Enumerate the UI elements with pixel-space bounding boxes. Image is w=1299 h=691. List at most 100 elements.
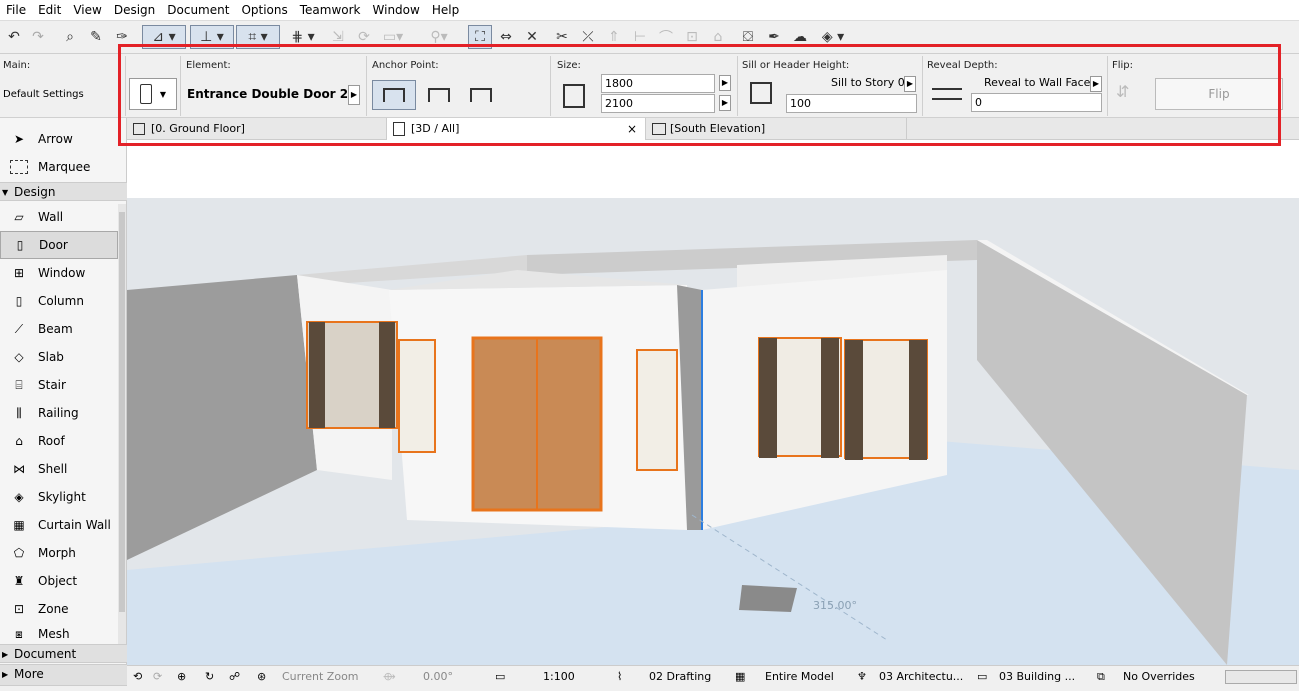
- cloud-icon[interactable]: ☁: [788, 25, 812, 49]
- scale-icon[interactable]: ▭: [495, 669, 505, 685]
- pen-icon[interactable]: ♆: [857, 669, 867, 685]
- section-document[interactable]: ▶ Document: [0, 644, 127, 663]
- anchor-right-button[interactable]: [464, 80, 498, 110]
- tool-railing[interactable]: ⫼ Railing: [0, 399, 118, 427]
- redo-icon[interactable]: ↷: [26, 25, 50, 49]
- undo-icon[interactable]: ↶: [2, 25, 26, 49]
- layers-icon[interactable]: ▭▾: [378, 25, 408, 49]
- snap-icon[interactable]: ⌗ ▾: [236, 25, 280, 49]
- zoom-in-icon[interactable]: ⊕: [177, 669, 186, 685]
- tab-ground-floor[interactable]: [0. Ground Floor]: [127, 118, 387, 140]
- layer-combination-dropdown[interactable]: 02 Drafting: [649, 669, 711, 685]
- section-design[interactable]: ▼ Design: [0, 182, 127, 201]
- trim-icon[interactable]: ✂: [550, 25, 574, 49]
- adjust-icon[interactable]: ⊢: [628, 25, 652, 49]
- model-icon[interactable]: ▦: [735, 669, 745, 685]
- suspend-groups-icon[interactable]: ⛶: [468, 25, 492, 49]
- orbit-icon[interactable]: ⟲: [133, 669, 142, 685]
- tool-morph[interactable]: ⬠ Morph: [0, 539, 118, 567]
- flip-button[interactable]: Flip: [1155, 78, 1283, 110]
- toolbox-scrollbar[interactable]: [118, 204, 126, 644]
- height-link-button[interactable]: ▶: [719, 95, 731, 111]
- tool-object[interactable]: ♜ Object: [0, 567, 118, 595]
- menu-window[interactable]: Window: [367, 0, 426, 21]
- gravity-icon[interactable]: ⊿ ▾: [142, 25, 186, 49]
- tool-shell[interactable]: ⋈ Shell: [0, 455, 118, 483]
- tool-mesh[interactable]: ⧆ Mesh: [0, 623, 118, 645]
- building-icon[interactable]: ▭: [977, 669, 987, 685]
- tool-stair[interactable]: ⌸ Stair: [0, 371, 118, 399]
- grid-snap-icon[interactable]: ⋕ ▾: [284, 25, 322, 49]
- zoom-dropdown[interactable]: Current Zoom: [282, 669, 359, 685]
- sill-mode-button[interactable]: ▶: [904, 76, 916, 92]
- tool-zone[interactable]: ⊡ Zone: [0, 595, 118, 623]
- tool-beam[interactable]: ⟋ Beam: [0, 315, 118, 343]
- elevate-icon[interactable]: ⇑: [602, 25, 626, 49]
- reveal-mode-label[interactable]: Reveal to Wall Face: [984, 76, 1090, 89]
- menu-document[interactable]: Document: [161, 0, 235, 21]
- door-settings-button[interactable]: ▼: [129, 78, 177, 110]
- tool-column[interactable]: ▯ Column: [0, 287, 118, 315]
- inject-parameters-icon[interactable]: ✑: [110, 25, 134, 49]
- graphic-overrides-dropdown[interactable]: No Overrides: [1123, 669, 1195, 685]
- offset-icon[interactable]: ✒: [762, 25, 786, 49]
- tool-curtain-wall[interactable]: ▦ Curtain Wall: [0, 511, 118, 539]
- tool-wall[interactable]: ▱ Wall: [0, 203, 118, 231]
- 3d-viewport[interactable]: 315.00°: [127, 140, 1299, 665]
- menu-options[interactable]: Options: [235, 0, 293, 21]
- tool-marquee[interactable]: Marquee: [0, 153, 118, 181]
- split-icon[interactable]: ⤫: [576, 25, 600, 49]
- rotation-angle[interactable]: 0.00°: [423, 669, 453, 685]
- user-icon[interactable]: ⚲▾: [424, 25, 454, 49]
- model-view-dropdown[interactable]: Entire Model: [765, 669, 834, 685]
- stretch-icon[interactable]: ⛋: [736, 25, 760, 49]
- move-icon[interactable]: ⇲: [326, 25, 350, 49]
- tab-3d-all[interactable]: [3D / All] ×: [387, 118, 646, 140]
- sill-height-field[interactable]: 100: [786, 94, 917, 113]
- walk-icon[interactable]: ☍: [229, 669, 240, 685]
- tool-door[interactable]: ▯ Door: [0, 231, 118, 259]
- explode-icon[interactable]: ⊡: [680, 25, 704, 49]
- find-select-icon[interactable]: ⌕: [58, 25, 82, 49]
- connect-icon[interactable]: ⌂: [706, 25, 730, 49]
- reveal-depth-field[interactable]: 0: [971, 93, 1102, 112]
- menu-design[interactable]: Design: [108, 0, 161, 21]
- tool-slab[interactable]: ◇ Slab: [0, 343, 118, 371]
- tool-roof[interactable]: ⌂ Roof: [0, 427, 118, 455]
- anchor-left-button[interactable]: [372, 80, 416, 110]
- height-field[interactable]: 2100: [601, 94, 715, 113]
- overrides-icon[interactable]: ⧉: [1097, 669, 1105, 685]
- rotation-icon[interactable]: ⟴: [383, 669, 396, 685]
- lasso-icon[interactable]: ↻: [205, 669, 214, 685]
- tool-skylight[interactable]: ◈ Skylight: [0, 483, 118, 511]
- scale-dropdown[interactable]: 1:100: [543, 669, 575, 685]
- building-material-dropdown[interactable]: 03 Building ...: [999, 669, 1075, 685]
- tab-south-elevation[interactable]: [South Elevation]: [646, 118, 907, 140]
- redo-view-icon[interactable]: ⟳: [153, 669, 162, 685]
- 3d-view-icon[interactable]: ◈ ▾: [814, 25, 852, 49]
- dimension-icon[interactable]: ⇔: [494, 25, 518, 49]
- menu-edit[interactable]: Edit: [32, 0, 67, 21]
- element-browse-button[interactable]: ▶: [348, 85, 360, 105]
- menu-teamwork[interactable]: Teamwork: [294, 0, 367, 21]
- pen-set-dropdown[interactable]: 03 Architectu...: [879, 669, 963, 685]
- zoom-icon[interactable]: ⊛: [257, 669, 266, 685]
- menu-view[interactable]: View: [67, 0, 107, 21]
- close-icon[interactable]: ×: [627, 118, 637, 140]
- fillet-icon[interactable]: ⌒: [654, 25, 678, 49]
- rotate-icon[interactable]: ⟳: [352, 25, 376, 49]
- tool-window[interactable]: ⊞ Window: [0, 259, 118, 287]
- width-field[interactable]: 1800: [601, 74, 715, 93]
- menu-help[interactable]: Help: [426, 0, 465, 21]
- section-more[interactable]: ▶ More: [0, 664, 127, 686]
- tool-arrow[interactable]: ➤ Arrow: [0, 125, 118, 153]
- layer-icon[interactable]: ⌇: [617, 669, 622, 685]
- reveal-mode-button[interactable]: ▶: [1090, 76, 1102, 92]
- horizontal-scrollbar[interactable]: [1225, 670, 1297, 684]
- guide-lines-icon[interactable]: ⊥ ▾: [190, 25, 234, 49]
- pick-up-parameters-icon[interactable]: ✎: [84, 25, 108, 49]
- width-link-button[interactable]: ▶: [719, 75, 731, 91]
- distance-icon[interactable]: ✕: [520, 25, 544, 49]
- sill-mode-label[interactable]: Sill to Story 0: [831, 76, 905, 89]
- anchor-center-button[interactable]: [422, 80, 456, 110]
